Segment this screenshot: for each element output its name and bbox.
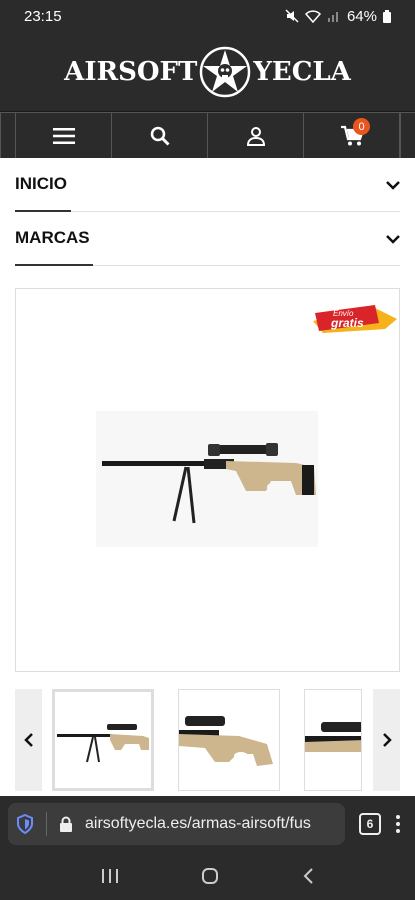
clock: 23:15 [24, 7, 62, 25]
menu-button[interactable] [16, 113, 112, 158]
site-header: AIRSOFT YECLA [0, 32, 415, 112]
accordion-inicio[interactable]: INICIO [15, 158, 400, 212]
home-icon[interactable] [201, 867, 219, 885]
nav-edge-right [400, 113, 415, 158]
battery-icon [383, 9, 391, 23]
accordion-label-inicio: INICIO [15, 173, 67, 193]
carousel-prev-button[interactable] [15, 689, 42, 791]
system-navigation-bar [0, 852, 415, 900]
wifi-icon [304, 10, 321, 23]
promo-line2: gratis [330, 316, 364, 330]
thumbnail-rifle-scope [305, 722, 361, 752]
signal-icon [327, 12, 338, 22]
thumbnail-rifle-bipod [57, 724, 149, 763]
cart-button[interactable]: 0 [304, 113, 400, 158]
free-shipping-badge: Envío gratis [313, 305, 397, 333]
chevron-down-icon [386, 180, 400, 190]
accordion-underline [15, 264, 93, 266]
shield-icon[interactable] [16, 814, 34, 834]
logo-text-right: YECLA [253, 56, 351, 87]
user-icon [246, 126, 265, 146]
cart-count-badge: 0 [353, 118, 370, 135]
nav-edge-left [0, 113, 16, 158]
thumbnail-carousel [15, 689, 400, 791]
chevron-right-icon [382, 733, 392, 747]
back-icon[interactable] [302, 867, 314, 885]
site-logo[interactable]: AIRSOFT YECLA [64, 46, 351, 98]
mute-icon [285, 9, 299, 23]
carousel-next-button[interactable] [373, 689, 400, 791]
tab-switcher-button[interactable]: 6 [359, 813, 381, 835]
chevron-down-icon [386, 234, 400, 244]
battery-level: 64% [346, 7, 377, 25]
star-skull-icon [200, 46, 251, 97]
more-menu-icon[interactable] [395, 814, 401, 834]
recent-apps-icon[interactable] [101, 868, 119, 884]
lock-icon [60, 816, 72, 832]
chevron-left-icon [23, 733, 33, 747]
product-image-box[interactable]: Envío gratis [15, 288, 400, 672]
category-accordion: INICIO MARCAS [15, 158, 400, 266]
url-text: airsoftyecla.es/armas-airsoft/fus [85, 815, 311, 832]
logo-text-left: AIRSOFT [64, 56, 198, 87]
thumbnail-rifle-stock [179, 716, 273, 766]
search-icon [150, 126, 170, 146]
search-button[interactable] [112, 113, 208, 158]
thumbnail-1[interactable] [52, 689, 154, 791]
browser-toolbar: airsoftyecla.es/armas-airsoft/fus 6 [0, 796, 415, 852]
accordion-marcas[interactable]: MARCAS [15, 212, 400, 266]
address-bar[interactable]: airsoftyecla.es/armas-airsoft/fus [8, 803, 345, 845]
status-bar: 23:15 64% [0, 0, 415, 32]
thumbnail-3[interactable] [304, 689, 362, 791]
thumbnail-2[interactable] [178, 689, 280, 791]
hamburger-icon [52, 127, 75, 144]
product-photo-rifle [96, 411, 318, 547]
accordion-label-marcas: MARCAS [15, 227, 90, 247]
address-divider [46, 812, 47, 836]
account-button[interactable] [208, 113, 304, 158]
nav-bar: 0 [0, 112, 415, 158]
status-icons: 64% [285, 8, 391, 25]
